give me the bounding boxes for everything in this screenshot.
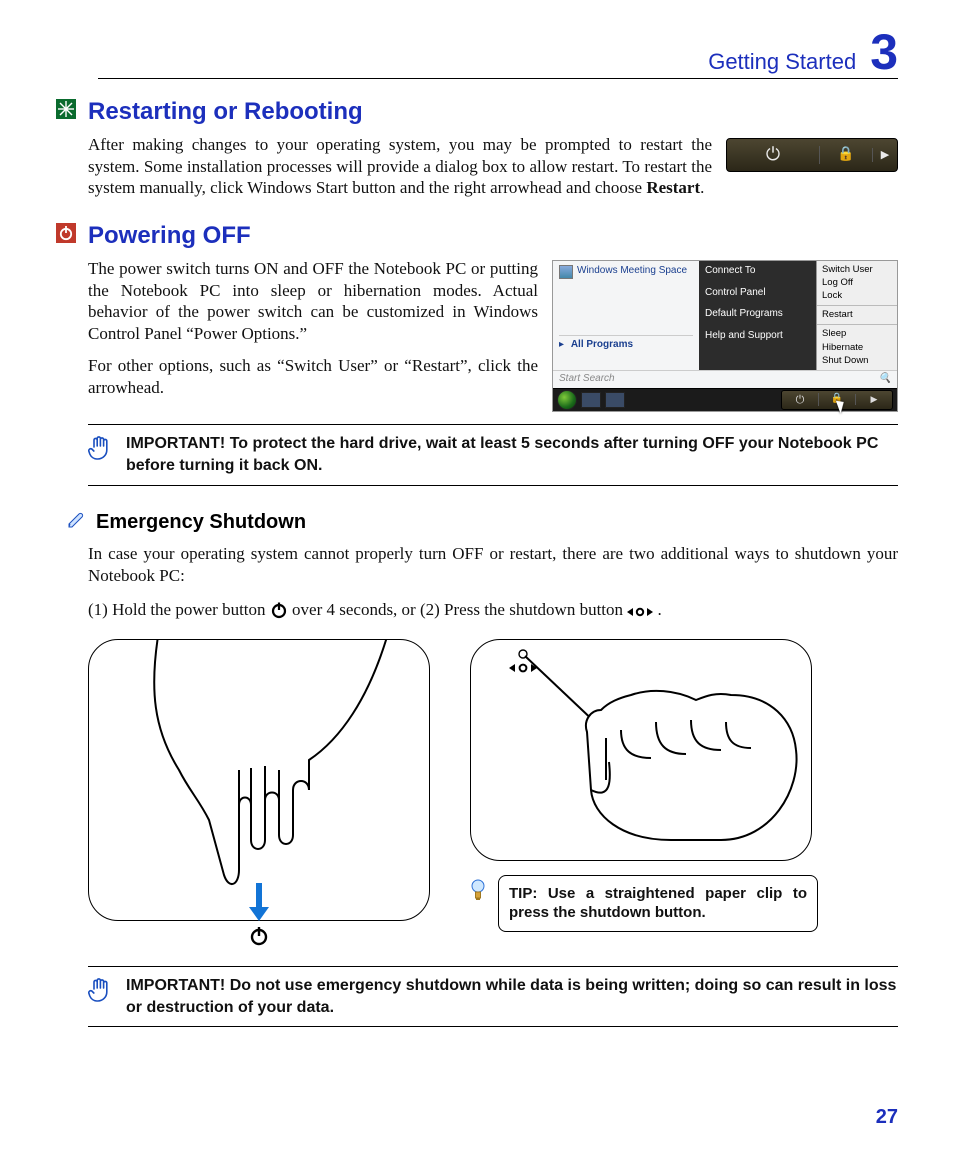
tip-text: TIP: Use a straightened paper clip to pr… [509, 885, 807, 922]
lightbulb-icon [470, 879, 488, 909]
startmenu-all-programs: All Programs [571, 339, 633, 350]
startmenu-search-text: Start Search [559, 373, 615, 386]
tip-box: TIP: Use a straightened paper clip to pr… [498, 875, 818, 932]
tip-row: TIP: Use a straightened paper clip to pr… [470, 875, 818, 932]
down-arrow-icon [247, 883, 271, 923]
startmenu-lock: Lock [822, 290, 892, 302]
start-menu-screenshot: Windows Meeting Space ▸ All Programs Con… [552, 260, 898, 412]
startmenu-help-support: Help and Support [705, 330, 810, 343]
emergency-methods: (1) Hold the power button over 4 seconds… [88, 599, 898, 621]
startmenu-connect-to: Connect To [705, 265, 810, 278]
heading-emergency: Emergency Shutdown [96, 510, 306, 536]
startmenu-right: Switch User Log Off Lock Restart Sleep H… [816, 261, 897, 370]
power-lock-bar-screenshot: ⏻ 🔒 ▶ [726, 138, 898, 172]
method1-post: over 4 seconds, or [292, 600, 416, 619]
taskbar-power-bar: ⏻ 🔒 ▶ [781, 390, 893, 410]
startmenu-meeting-space: Windows Meeting Space [577, 265, 687, 278]
important-text-2: IMPORTANT! Do not use emergency shutdown… [126, 975, 898, 1018]
illustration-right-col: TIP: Use a straightened paper clip to pr… [470, 639, 818, 953]
powering-off-content: Windows Meeting Space ▸ All Programs Con… [88, 258, 898, 399]
important-callout-2: IMPORTANT! Do not use emergency shutdown… [88, 966, 898, 1027]
snowflake-icon [56, 99, 78, 125]
illustration-left-col [88, 639, 430, 953]
header-title: Getting Started [708, 48, 856, 76]
restarting-bold: Restart [646, 178, 700, 197]
lock-icon: 🔒 [818, 393, 855, 406]
app-icon [559, 265, 573, 279]
method2-post: . [658, 600, 662, 619]
heading-restarting: Restarting or Rebooting [88, 97, 363, 128]
chapter-number: 3 [870, 30, 898, 75]
hand-stop-icon [88, 435, 114, 469]
chevron-right-icon: ▶ [855, 394, 892, 406]
restarting-text: After making changes to your operating s… [88, 135, 712, 198]
restarting-tail: . [700, 178, 704, 197]
power-icon [270, 601, 288, 619]
method2-pre: (2) Press the shutdown button [420, 600, 627, 619]
taskbar-button [581, 392, 601, 408]
startmenu-control-panel: Control Panel [705, 287, 810, 300]
illustration-row: TIP: Use a straightened paper clip to pr… [88, 639, 898, 953]
chevron-right-icon: ▶ [872, 148, 897, 162]
taskbar: ⏻ 🔒 ▶ [553, 388, 897, 411]
power-icon [248, 925, 270, 947]
startmenu-sleep: Sleep [822, 328, 892, 340]
startmenu-search: Start Search 🔍 [553, 370, 897, 388]
section-powering-off: Powering OFF [56, 221, 898, 252]
illustration-hold-power [88, 639, 430, 921]
startmenu-restart: Restart [822, 309, 892, 321]
illustration-paperclip [470, 639, 812, 861]
subsection-emergency: Emergency Shutdown [66, 510, 898, 536]
startmenu-shut-down: Shut Down [822, 355, 892, 367]
startmenu-log-off: Log Off [822, 277, 892, 289]
emergency-body: In case your operating system cannot pro… [88, 543, 898, 587]
power-icon: ⏻ [782, 393, 818, 407]
important-callout-1: IMPORTANT! To protect the hard drive, wa… [88, 424, 898, 485]
startmenu-mid: Connect To Control Panel Default Program… [699, 261, 816, 370]
startmenu-switch-user: Switch User [822, 264, 892, 276]
startmenu-hibernate: Hibernate [822, 342, 892, 354]
lock-icon: 🔒 [819, 146, 872, 164]
windows-orb-icon [557, 390, 577, 410]
important-text-1: IMPORTANT! To protect the hard drive, wa… [126, 433, 898, 476]
section-restarting: Restarting or Rebooting [56, 97, 898, 128]
heading-powering-off: Powering OFF [88, 221, 251, 252]
page-header: Getting Started 3 [98, 30, 898, 79]
power-icon: ⏻ [727, 143, 819, 166]
startmenu-default-programs: Default Programs [705, 308, 810, 321]
method1-pre: (1) Hold the power button [88, 600, 270, 619]
power-square-icon [56, 223, 78, 249]
startmenu-left: Windows Meeting Space ▸ All Programs [553, 261, 699, 370]
restarting-content: ⏻ 🔒 ▶ After making changes to your opera… [88, 134, 898, 199]
taskbar-button [605, 392, 625, 408]
pen-icon [66, 510, 88, 536]
search-icon: 🔍 [879, 373, 891, 386]
chevron-right-icon: ▸ [559, 339, 564, 350]
shutdown-pin-icon [627, 605, 653, 619]
hand-stop-icon [88, 977, 114, 1011]
page-number: 27 [876, 1105, 898, 1131]
